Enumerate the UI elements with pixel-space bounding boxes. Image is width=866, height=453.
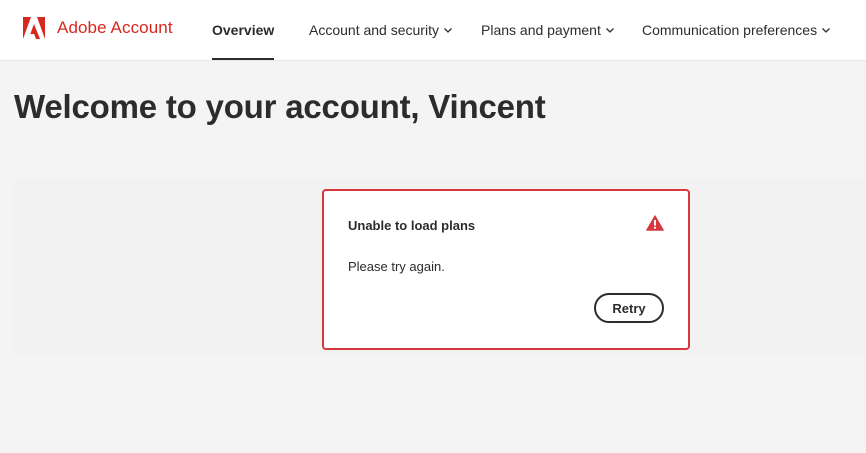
error-message: Please try again. xyxy=(348,259,445,274)
adobe-logo-icon xyxy=(22,16,46,40)
nav-tab-plans-payment-label: Plans and payment xyxy=(481,22,601,38)
nav-tab-account-security[interactable]: Account and security xyxy=(309,0,453,60)
chevron-down-icon xyxy=(821,22,831,38)
nav-tab-plans-payment[interactable]: Plans and payment xyxy=(481,0,615,60)
chevron-down-icon xyxy=(443,22,453,38)
plans-error-card: Unable to load plans Please try again. R… xyxy=(322,189,690,350)
nav-tab-communication-preferences[interactable]: Communication preferences xyxy=(642,0,831,60)
brand-link[interactable]: Adobe Account xyxy=(22,15,173,41)
nav-tab-overview[interactable]: Overview xyxy=(212,0,275,60)
nav-tab-communication-preferences-label: Communication preferences xyxy=(642,22,818,38)
retry-button[interactable]: Retry xyxy=(594,293,664,323)
alert-icon xyxy=(646,215,664,236)
page-title: Welcome to your account, Vincent xyxy=(14,88,546,125)
global-header: Adobe Account Overview Account and secur… xyxy=(0,0,866,61)
nav-tab-overview-label: Overview xyxy=(212,22,275,38)
active-tab-indicator xyxy=(212,58,275,60)
error-title: Unable to load plans xyxy=(348,218,476,233)
chevron-down-icon xyxy=(605,22,615,38)
nav-tab-account-security-label: Account and security xyxy=(309,22,439,38)
brand-name: Adobe Account xyxy=(57,18,173,37)
